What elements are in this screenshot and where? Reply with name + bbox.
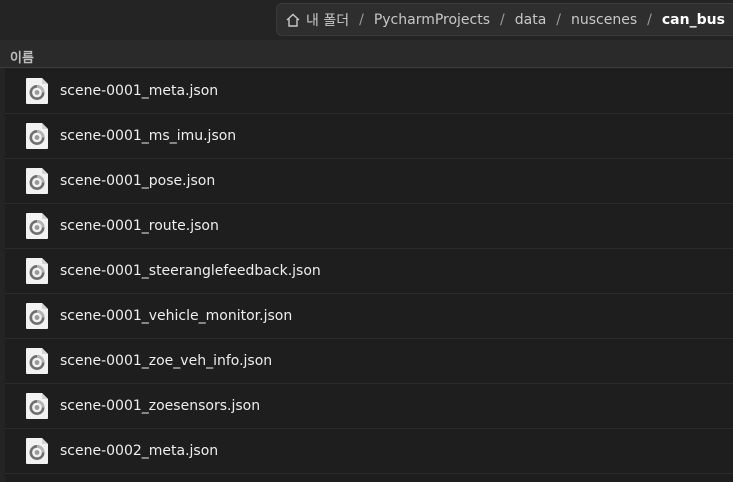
name-column-header[interactable]: 이름 [10, 47, 34, 66]
file-name: scene-0001_pose.json [60, 173, 216, 189]
json-file-icon [26, 393, 48, 419]
list-item[interactable]: scene-0002_meta.json [5, 429, 733, 474]
json-file-icon [26, 348, 48, 374]
list-item[interactable]: scene-0001_pose.json [5, 159, 733, 204]
json-file-icon [26, 303, 48, 329]
file-list: scene-0001_meta.json scene-0001_ms_imu.js… [5, 68, 733, 474]
json-file-icon [26, 258, 48, 284]
breadcrumb-label: 내 폴더 [306, 12, 350, 29]
json-file-icon [26, 213, 48, 239]
breadcrumb-home[interactable]: 내 폴더 [285, 10, 349, 30]
file-name: scene-0001_steeranglefeedback.json [60, 263, 321, 279]
breadcrumb-separator: / [359, 11, 364, 28]
breadcrumb-can-bus[interactable]: can_bus [662, 12, 725, 28]
file-name: scene-0001_meta.json [60, 82, 219, 99]
file-name: scene-0001_zoesensors.json [60, 398, 261, 414]
breadcrumb-separator: / [556, 11, 562, 28]
json-file-icon [26, 438, 48, 464]
list-item[interactable]: scene-0001_route.json [5, 204, 733, 249]
home-icon [286, 13, 300, 27]
file-name: scene-0002_meta.json [60, 443, 219, 459]
file-name: scene-0001_ms_imu.json [60, 128, 237, 144]
list-item[interactable]: scene-0001_steeranglefeedback.json [5, 249, 733, 294]
list-item[interactable]: scene-0001_vehicle_monitor.json [5, 294, 733, 339]
breadcrumb-data[interactable]: data [515, 12, 547, 28]
breadcrumb-nuscenes[interactable]: nuscenes [571, 12, 637, 28]
breadcrumb-pycharmprojects[interactable]: PycharmProjects [374, 12, 490, 28]
breadcrumb-separator: / [647, 11, 652, 28]
json-file-icon [26, 77, 48, 104]
json-file-icon [26, 168, 48, 194]
json-file-icon [26, 123, 48, 149]
breadcrumb: 내 폴더 / PycharmProjects / data / nuscenes… [276, 3, 733, 36]
list-item[interactable]: scene-0001_meta.json [5, 68, 733, 114]
list-item[interactable]: scene-0001_ms_imu.json [5, 114, 733, 159]
file-name: scene-0001_vehicle_monitor.json [60, 308, 293, 324]
top-bar: 내 폴더 / PycharmProjects / data / nuscenes… [0, 0, 733, 40]
file-name: scene-0001_zoe_veh_info.json [60, 353, 273, 369]
column-header[interactable]: 이름 [0, 40, 733, 68]
list-item[interactable]: scene-0001_zoe_veh_info.json [5, 339, 733, 384]
file-name: scene-0001_route.json [60, 218, 219, 234]
list-item[interactable]: scene-0001_zoesensors.json [5, 384, 733, 429]
breadcrumb-separator: / [500, 11, 505, 28]
